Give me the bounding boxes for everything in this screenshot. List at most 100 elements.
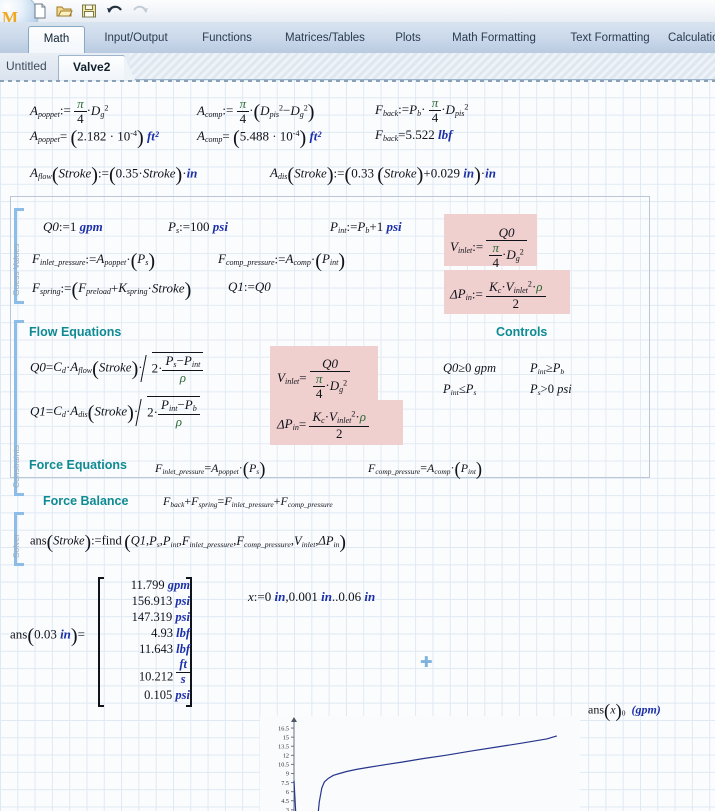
matrix-value-1: 156.913 xyxy=(131,594,173,608)
a-poppet-unit: ft² xyxy=(146,128,159,144)
equation-force-balance[interactable]: Fback+Fspring=Finlet_pressure+Fcomp_pres… xyxy=(163,494,333,509)
guess-values-label: Guess Values xyxy=(11,243,21,296)
matrix-unit-5-denominator: s xyxy=(180,671,186,686)
matrix-value-3: 4.93 xyxy=(151,626,173,640)
plot-axes xyxy=(291,717,297,811)
range-start: 0 xyxy=(264,589,272,604)
plot-svg[interactable]: 01.534.567.5910.51213.51516.505·10⁻⁴0.00… xyxy=(260,716,580,811)
equation-f-inlet-pressure-guess[interactable]: Finlet_pressure:=Apoppet·(Ps) xyxy=(32,250,155,273)
ps-unit: psi xyxy=(212,219,228,234)
svg-text:16.5: 16.5 xyxy=(278,725,289,732)
control-ps-value: 0 xyxy=(547,382,554,396)
xy-plot-region[interactable]: 01.534.567.5910.51213.51516.505·10⁻⁴0.00… xyxy=(260,716,580,811)
equation-a-flow-definition[interactable]: Aflow(Stroke):=(0.35·Stroke)·in xyxy=(30,164,197,187)
range-step-unit: in xyxy=(321,589,332,604)
y-label-subscript: 0 xyxy=(621,708,626,718)
tab-calculation[interactable]: Calculation xyxy=(668,26,715,53)
ps-value: 100 xyxy=(190,219,210,234)
equation-q1-flow[interactable]: Q1=Cd·Adis(Stroke)· 2· Pint−Pb ρ xyxy=(30,396,200,429)
svg-text:12: 12 xyxy=(283,753,289,760)
worksheet-tab-filler xyxy=(130,53,715,80)
tab-matrices-tables[interactable]: Matrices/Tables xyxy=(272,26,378,53)
equation-force-inlet[interactable]: Finlet_pressure=Apoppet·(Ps) xyxy=(155,459,265,481)
matrix-unit-1: psi xyxy=(175,594,190,608)
worksheet-tab-valve2[interactable]: Valve2 xyxy=(58,55,136,81)
new-document-icon[interactable] xyxy=(32,3,49,19)
equation-f-comp-pressure-guess[interactable]: Fcomp_pressure:=Acomp·(Pint) xyxy=(218,250,345,273)
constraints-label: Constraints xyxy=(11,445,21,488)
control-q0-nonneg[interactable]: Q0≥0 gpm xyxy=(443,361,496,376)
worksheet-tab-untitled[interactable]: Untitled xyxy=(0,55,61,79)
y-label-base: ans xyxy=(588,702,604,717)
control-pint-le-ps[interactable]: Pint≤Ps xyxy=(443,382,476,397)
svg-text:10.5: 10.5 xyxy=(278,762,289,769)
worksheet-canvas[interactable]: Apoppet:= π 4 ·Dg2 Apoppet= (2.182 · 10-4)… xyxy=(0,80,715,811)
matrix-unit-6: psi xyxy=(175,688,190,702)
equation-ans-solver[interactable]: ans(Stroke):=find (Q1,Ps,Pint,Finlet_pre… xyxy=(30,532,346,554)
matrix-unit-5-numerator: ft xyxy=(176,657,190,673)
redo-icon xyxy=(131,3,148,19)
a-comp-unit: ft² xyxy=(309,128,322,144)
matrix-row-3: 4.93 lbf xyxy=(100,626,190,641)
result-f-back[interactable]: Fback=5.522 lbf xyxy=(375,127,452,143)
quick-access-toolbar: M xyxy=(0,0,715,40)
f-back-unit: lbf xyxy=(438,127,453,142)
save-icon[interactable] xyxy=(81,3,98,19)
tab-text-formatting[interactable]: Text Formatting xyxy=(556,26,664,53)
a-poppet-exponent: -4 xyxy=(130,128,137,138)
equation-pint-guess[interactable]: Pint:=Pb+1 psi xyxy=(330,219,402,235)
tab-functions[interactable]: Functions xyxy=(190,26,264,53)
equation-a-comp-definition[interactable]: Acomp:= π 4 ·(Dpis2−Dg2) xyxy=(197,96,315,126)
result-matrix[interactable]: 11.799 gpm 156.913 psi 147.319 psi 4.93 … xyxy=(98,577,192,707)
svg-text:13.5: 13.5 xyxy=(278,743,289,750)
control-ps-unit: psi xyxy=(557,382,572,396)
matrix-row-5: 10.212 ft s xyxy=(100,657,190,686)
header-force-equations: Force Equations xyxy=(29,458,127,472)
tab-math[interactable]: Math xyxy=(28,26,85,54)
equation-v-inlet-constraint[interactable]: Vinlet= Q0 π 4 ·Dg2 xyxy=(277,356,351,401)
equation-q1-guess[interactable]: Q1:=Q0 xyxy=(228,279,271,295)
equation-f-back-definition[interactable]: Fback:=Pb· π 4 ·Dpis2 xyxy=(375,95,468,125)
a-comp-value: 5.488 · 10 xyxy=(239,128,293,144)
svg-text:4.5: 4.5 xyxy=(281,798,289,805)
svg-text:9: 9 xyxy=(286,771,289,778)
matrix-row-4: 11.643 lbf xyxy=(100,642,190,657)
equation-a-poppet-definition[interactable]: Apoppet:= π 4 ·Dg2 xyxy=(30,96,108,126)
tab-math-formatting[interactable]: Math Formatting xyxy=(438,26,550,53)
matrix-unit-3: lbf xyxy=(176,626,190,640)
equation-f-spring-guess[interactable]: Fspring:=(Fpreload+Kspring·Stroke) xyxy=(32,279,191,302)
solver-ans-name: ans xyxy=(30,533,47,548)
a-comp-exponent: -4 xyxy=(292,128,300,138)
control-ps-positive[interactable]: Ps>0 psi xyxy=(530,382,572,397)
f-back-value: 5.522 xyxy=(405,127,435,142)
control-q0-unit: gpm xyxy=(474,361,497,375)
tab-input-output[interactable]: Input/Output xyxy=(92,26,180,53)
undo-icon[interactable] xyxy=(106,3,123,19)
equation-q0-guess[interactable]: Q0:=1 gpm xyxy=(43,219,103,235)
equation-range-variable[interactable]: x:=0 in,0.001 in..0.06 in xyxy=(248,589,375,605)
equation-dp-in-guess[interactable]: ΔPin:= Kc·Vinlet2·ρ 2 xyxy=(450,279,546,311)
ribbon-tab-bar: Math Input/Output Functions Matrices/Tab… xyxy=(0,22,715,54)
equation-v-inlet-guess[interactable]: Vinlet:= Q0 π 4 ·Dg2 xyxy=(450,225,527,270)
ans-argument: 0.03 xyxy=(34,626,57,642)
equation-ps-guess[interactable]: Ps:=100 psi xyxy=(168,219,228,235)
matrix-row-2: 147.319 psi xyxy=(100,610,190,625)
control-pint-ge-pb[interactable]: Pint≥Pb xyxy=(530,361,564,376)
equation-q0-flow[interactable]: Q0=Cd·Aflow(Stroke)· 2· Ps−Pint ρ xyxy=(30,352,204,385)
open-folder-icon[interactable] xyxy=(56,3,73,19)
y-label-unit: gpm xyxy=(635,702,657,717)
svg-text:7.5: 7.5 xyxy=(281,780,289,787)
result-a-comp[interactable]: Acomp= (5.488 · 10-4) ft² xyxy=(197,127,321,150)
result-ans-label[interactable]: ans(0.03 in)= xyxy=(10,625,85,648)
plot-y-axis-label: ans(x)0 (gpm) xyxy=(588,701,661,722)
equation-a-dis-definition[interactable]: Adis(Stroke):=(0.33 (Stroke)+0.029 in)·i… xyxy=(270,164,496,187)
ans-argument-unit: in xyxy=(60,626,71,642)
ans-prefix: ans xyxy=(10,626,28,642)
result-a-poppet[interactable]: Apoppet= (2.182 · 10-4) ft² xyxy=(30,127,159,150)
equation-force-comp[interactable]: Fcomp_pressure=Acomp·(Pint) xyxy=(368,459,482,481)
equation-dp-in-constraint[interactable]: ΔPin= Kc·Vinlet2·ρ 2 xyxy=(277,409,369,441)
matrix-value-4: 11.643 xyxy=(139,642,173,656)
matrix-value-6: 0.105 xyxy=(144,688,173,702)
pint-unit: psi xyxy=(386,219,402,234)
tab-plots[interactable]: Plots xyxy=(384,26,432,53)
